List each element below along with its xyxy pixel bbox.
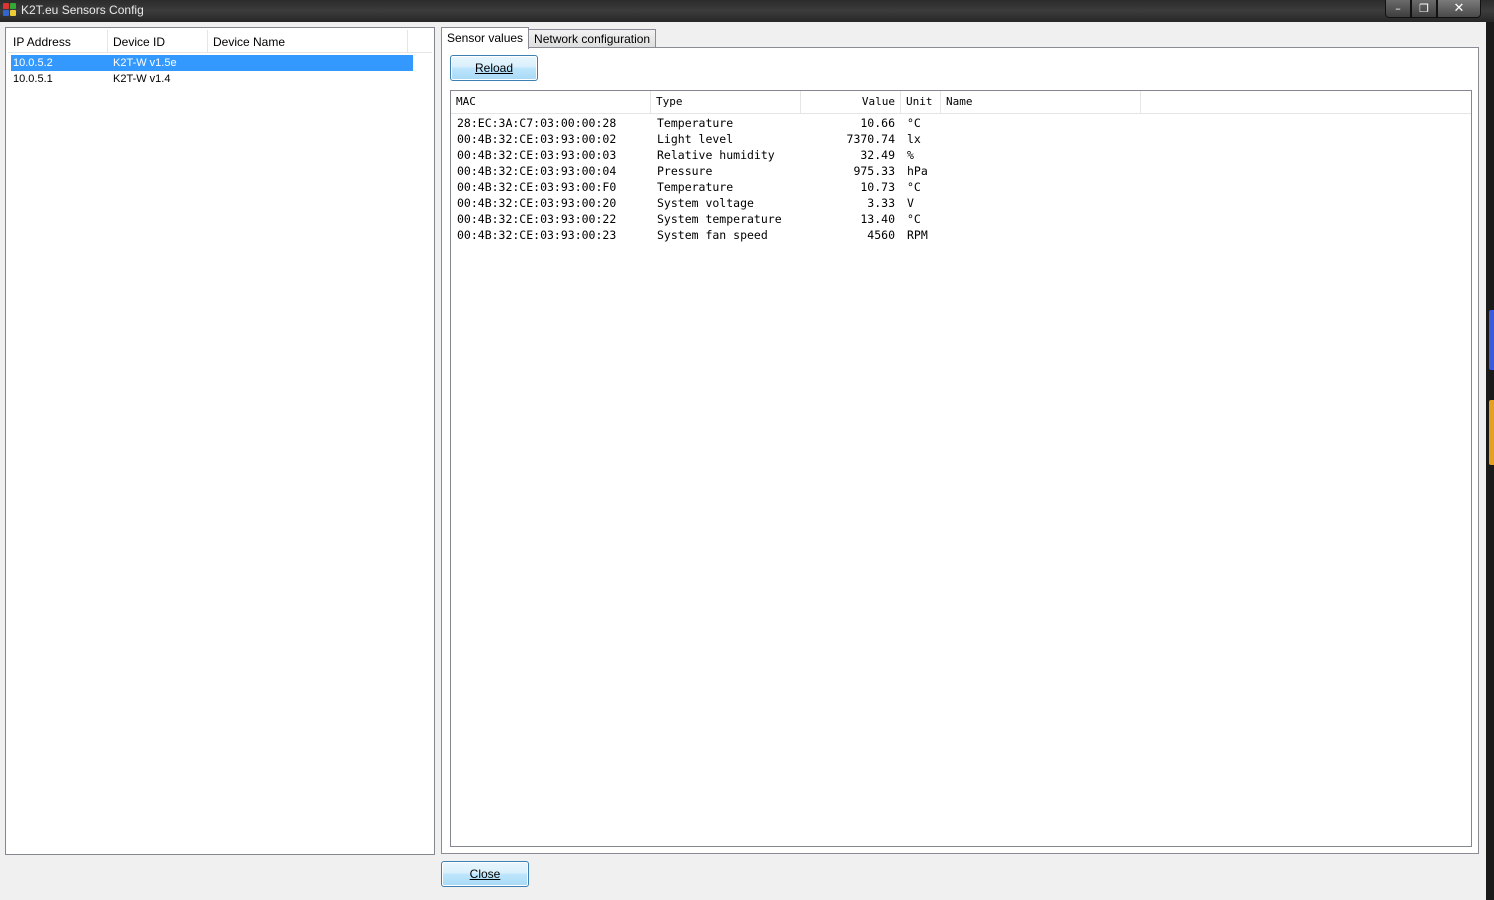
sensor-name [941, 195, 1141, 211]
column-header-type[interactable]: Type [651, 91, 801, 113]
sensor-unit: °C [907, 212, 921, 226]
sensor-name [941, 147, 1141, 163]
sensor-type: System fan speed [657, 228, 768, 242]
sensor-row[interactable]: 00:4B:32:CE:03:93:00:23 System fan speed 4… [451, 227, 1141, 243]
sensor-unit: °C [907, 180, 921, 194]
sensor-name [941, 227, 1141, 243]
column-header-device-id[interactable]: Device ID [108, 30, 208, 52]
sensor-unit: lx [907, 132, 921, 146]
tab-network-configuration[interactable]: Network configuration [528, 29, 657, 49]
sensor-mac: 00:4B:32:CE:03:93:00:20 [457, 196, 617, 210]
column-header-filler [408, 30, 432, 52]
sensor-mac: 28:EC:3A:C7:03:00:00:28 [457, 116, 617, 130]
close-button[interactable]: Close [441, 861, 529, 887]
sensor-table-header: MAC Type Value Unit Name [451, 91, 1471, 114]
reload-button[interactable]: Reload [450, 55, 538, 81]
sensor-type: Temperature [657, 116, 734, 130]
close-button-label: Close [469, 867, 501, 881]
sensor-row[interactable]: 28:EC:3A:C7:03:00:00:28 Temperature 10.66 °… [451, 115, 1141, 131]
sensor-mac: 00:4B:32:CE:03:93:00:02 [457, 132, 617, 146]
device-row[interactable]: 10.0.5.2 K2T-W v1.5e [11, 55, 413, 71]
column-header-value[interactable]: Value [801, 91, 901, 113]
sensor-table[interactable]: MAC Type Value Unit Name 28:EC:3A:C7:03:… [450, 90, 1472, 847]
sensor-row[interactable]: 00:4B:32:CE:03:93:00:F0 Temperature 10.73 °… [451, 179, 1141, 195]
sensor-name [941, 115, 1141, 131]
reload-button-label: Reload [474, 61, 514, 75]
minimize-button[interactable]: – [1385, 0, 1411, 18]
column-header-mac[interactable]: MAC [451, 91, 651, 113]
sensor-value: 7370.74 [846, 132, 895, 146]
sensor-value: 975.33 [853, 164, 895, 178]
sensor-mac: 00:4B:32:CE:03:93:00:22 [457, 212, 617, 226]
tab-sensor-values[interactable]: Sensor values [441, 27, 530, 49]
sensor-name [941, 179, 1141, 195]
sensor-name [941, 131, 1141, 147]
close-window-button[interactable]: ✕ [1437, 0, 1481, 18]
sensor-unit: RPM [907, 228, 928, 242]
sensor-name [941, 211, 1141, 227]
title-bar: K2T.eu Sensors Config – ❐ ✕ [0, 0, 1494, 22]
tab-strip: Sensor values Network configuration [441, 27, 657, 49]
column-header-name[interactable]: Name [941, 91, 1141, 113]
sensor-row[interactable]: 00:4B:32:CE:03:93:00:20 System voltage 3.3… [451, 195, 1141, 211]
sensor-row[interactable]: 00:4B:32:CE:03:93:00:22 System temperatur… [451, 211, 1141, 227]
column-header-device-name[interactable]: Device Name [208, 30, 408, 52]
sensor-type: System voltage [657, 196, 754, 210]
device-ip: 10.0.5.1 [13, 73, 53, 85]
sensor-unit: V [907, 196, 914, 210]
sensor-type: Relative humidity [657, 148, 775, 162]
sensor-mac: 00:4B:32:CE:03:93:00:23 [457, 228, 617, 242]
sensor-value: 13.40 [860, 212, 895, 226]
app-icon [3, 3, 17, 17]
sensor-value: 3.33 [867, 196, 895, 210]
device-id: K2T-W v1.4 [113, 73, 171, 85]
device-name [211, 55, 411, 71]
sensor-mac: 00:4B:32:CE:03:93:00:03 [457, 148, 617, 162]
device-list-header: IP Address Device ID Device Name [8, 30, 432, 53]
sensor-row[interactable]: 00:4B:32:CE:03:93:00:02 Light level 7370.7… [451, 131, 1141, 147]
sensor-unit: °C [907, 116, 921, 130]
window-edge [1486, 22, 1494, 900]
device-ip: 10.0.5.2 [13, 57, 53, 69]
device-id: K2T-W v1.5e [113, 57, 177, 69]
column-header-unit[interactable]: Unit [901, 91, 941, 113]
device-row[interactable]: 10.0.5.1 K2T-W v1.4 [11, 71, 413, 87]
sensor-unit: hPa [907, 164, 928, 178]
sensor-values-page: Reload MAC Type Value Unit Name 28:EC:3A… [441, 47, 1479, 854]
sensor-value: 10.66 [860, 116, 895, 130]
sensor-type: Pressure [657, 164, 713, 178]
sensor-mac: 00:4B:32:CE:03:93:00:F0 [457, 180, 617, 194]
sensor-type: Temperature [657, 180, 734, 194]
sensor-row[interactable]: 00:4B:32:CE:03:93:00:04 Pressure 975.33 hPa [451, 163, 1141, 179]
sensor-value: 10.73 [860, 180, 895, 194]
column-header-ip[interactable]: IP Address [8, 30, 108, 52]
sensor-type: System temperature [657, 212, 782, 226]
sensor-value: 4560 [867, 228, 895, 242]
device-name [211, 71, 411, 87]
column-header-filler [1141, 91, 1471, 113]
maximize-button[interactable]: ❐ [1411, 0, 1437, 18]
sensor-value: 32.49 [860, 148, 895, 162]
sensor-name [941, 163, 1141, 179]
sensor-type: Light level [657, 132, 734, 146]
window-title: K2T.eu Sensors Config [21, 3, 144, 17]
sensor-row[interactable]: 00:4B:32:CE:03:93:00:03 Relative humidity… [451, 147, 1141, 163]
sensor-unit: % [907, 148, 914, 162]
device-list[interactable]: IP Address Device ID Device Name 10.0.5.… [5, 27, 435, 855]
sensor-mac: 00:4B:32:CE:03:93:00:04 [457, 164, 617, 178]
